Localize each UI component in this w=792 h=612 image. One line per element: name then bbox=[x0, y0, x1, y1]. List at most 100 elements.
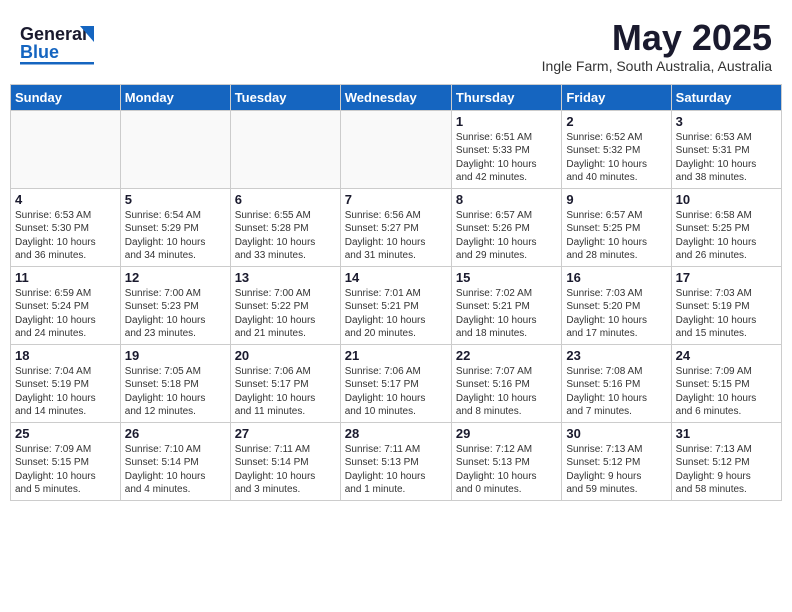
day-number: 14 bbox=[345, 270, 447, 285]
day-number: 1 bbox=[456, 114, 557, 129]
day-info: Sunrise: 6:57 AMSunset: 5:25 PMDaylight:… bbox=[566, 209, 666, 263]
week-row-3: 18 Sunrise: 7:04 AMSunset: 5:19 PMDayligh… bbox=[11, 344, 782, 422]
calendar-cell: 25 Sunrise: 7:09 AMSunset: 5:15 PMDayligh… bbox=[11, 422, 121, 500]
header-wednesday: Wednesday bbox=[340, 84, 451, 110]
header-friday: Friday bbox=[562, 84, 671, 110]
day-number: 15 bbox=[456, 270, 557, 285]
day-number: 27 bbox=[235, 426, 336, 441]
calendar-cell: 8Sunrise: 6:57 AMSunset: 5:26 PMDaylight… bbox=[451, 188, 561, 266]
header-monday: Monday bbox=[120, 84, 230, 110]
calendar-cell: 26 Sunrise: 7:10 AMSunset: 5:14 PMDayligh… bbox=[120, 422, 230, 500]
day-info: Sunrise: 7:09 AMSunset: 5:15 PMDaylight:… bbox=[676, 365, 777, 419]
calendar-cell: 31 Sunrise: 7:13 AMSunset: 5:12 PMDayligh… bbox=[671, 422, 781, 500]
calendar-cell: 5 Sunrise: 6:54 AMSunset: 5:29 PMDaylight… bbox=[120, 188, 230, 266]
calendar-cell bbox=[120, 110, 230, 188]
day-info: Sunrise: 7:11 AMSunset: 5:14 PMDaylight:… bbox=[235, 443, 336, 497]
day-number: 25 bbox=[15, 426, 116, 441]
day-info: Sunrise: 6:58 AMSunset: 5:25 PMDaylight:… bbox=[676, 209, 777, 263]
calendar-cell: 2 Sunrise: 6:52 AMSunset: 5:32 PMDaylight… bbox=[562, 110, 671, 188]
day-number: 18 bbox=[15, 348, 116, 363]
calendar-cell bbox=[230, 110, 340, 188]
calendar-cell: 22 Sunrise: 7:07 AMSunset: 5:16 PMDayligh… bbox=[451, 344, 561, 422]
calendar-cell: 30 Sunrise: 7:13 AMSunset: 5:12 PMDayligh… bbox=[562, 422, 671, 500]
day-info: Sunrise: 7:06 AMSunset: 5:17 PMDaylight:… bbox=[235, 365, 336, 419]
day-info: Sunrise: 7:04 AMSunset: 5:19 PMDaylight:… bbox=[15, 365, 116, 419]
calendar-cell: 4 Sunrise: 6:53 AMSunset: 5:30 PMDaylight… bbox=[11, 188, 121, 266]
page-header: General Blue May 2025 Ingle Farm, South … bbox=[10, 10, 782, 78]
calendar-cell: 29 Sunrise: 7:12 AMSunset: 5:13 PMDayligh… bbox=[451, 422, 561, 500]
calendar-cell: 16Sunrise: 7:03 AMSunset: 5:20 PMDayligh… bbox=[562, 266, 671, 344]
calendar-cell: 3Sunrise: 6:53 AMSunset: 5:31 PMDaylight… bbox=[671, 110, 781, 188]
day-number: 2 bbox=[566, 114, 666, 129]
day-info: Sunrise: 7:11 AMSunset: 5:13 PMDaylight:… bbox=[345, 443, 447, 497]
calendar-cell: 15 Sunrise: 7:02 AMSunset: 5:21 PMDayligh… bbox=[451, 266, 561, 344]
day-info: Sunrise: 7:05 AMSunset: 5:18 PMDaylight:… bbox=[125, 365, 226, 419]
week-row-4: 25 Sunrise: 7:09 AMSunset: 5:15 PMDayligh… bbox=[11, 422, 782, 500]
day-info: Sunrise: 7:10 AMSunset: 5:14 PMDaylight:… bbox=[125, 443, 226, 497]
calendar-cell: 12Sunrise: 7:00 AMSunset: 5:23 PMDayligh… bbox=[120, 266, 230, 344]
day-number: 29 bbox=[456, 426, 557, 441]
day-info: Sunrise: 6:52 AMSunset: 5:32 PMDaylight:… bbox=[566, 131, 666, 185]
day-info: Sunrise: 6:55 AMSunset: 5:28 PMDaylight:… bbox=[235, 209, 336, 263]
svg-text:General: General bbox=[20, 24, 87, 44]
day-info: Sunrise: 7:00 AMSunset: 5:23 PMDaylight:… bbox=[125, 287, 226, 341]
day-info: Sunrise: 7:03 AMSunset: 5:19 PMDaylight:… bbox=[676, 287, 777, 341]
calendar-cell: 20 Sunrise: 7:06 AMSunset: 5:17 PMDayligh… bbox=[230, 344, 340, 422]
day-info: Sunrise: 6:51 AMSunset: 5:33 PMDaylight:… bbox=[456, 131, 557, 185]
day-number: 5 bbox=[125, 192, 226, 207]
header-tuesday: Tuesday bbox=[230, 84, 340, 110]
calendar-cell: 13Sunrise: 7:00 AMSunset: 5:22 PMDayligh… bbox=[230, 266, 340, 344]
day-number: 30 bbox=[566, 426, 666, 441]
header-sunday: Sunday bbox=[11, 84, 121, 110]
day-info: Sunrise: 6:59 AMSunset: 5:24 PMDaylight:… bbox=[15, 287, 116, 341]
day-info: Sunrise: 7:02 AMSunset: 5:21 PMDaylight:… bbox=[456, 287, 557, 341]
day-info: Sunrise: 7:13 AMSunset: 5:12 PMDaylight:… bbox=[566, 443, 666, 497]
day-number: 6 bbox=[235, 192, 336, 207]
day-number: 9 bbox=[566, 192, 666, 207]
svg-text:Blue: Blue bbox=[20, 42, 59, 62]
week-row-0: 1 Sunrise: 6:51 AMSunset: 5:33 PMDaylight… bbox=[11, 110, 782, 188]
calendar-cell: 9 Sunrise: 6:57 AMSunset: 5:25 PMDaylight… bbox=[562, 188, 671, 266]
calendar-cell bbox=[11, 110, 121, 188]
day-info: Sunrise: 6:54 AMSunset: 5:29 PMDaylight:… bbox=[125, 209, 226, 263]
calendar-cell: 27 Sunrise: 7:11 AMSunset: 5:14 PMDayligh… bbox=[230, 422, 340, 500]
day-number: 22 bbox=[456, 348, 557, 363]
calendar-cell: 14Sunrise: 7:01 AMSunset: 5:21 PMDayligh… bbox=[340, 266, 451, 344]
calendar-cell: 10 Sunrise: 6:58 AMSunset: 5:25 PMDayligh… bbox=[671, 188, 781, 266]
calendar-cell: 6 Sunrise: 6:55 AMSunset: 5:28 PMDaylight… bbox=[230, 188, 340, 266]
day-number: 19 bbox=[125, 348, 226, 363]
calendar-cell: 24 Sunrise: 7:09 AMSunset: 5:15 PMDayligh… bbox=[671, 344, 781, 422]
logo-svg: General Blue bbox=[20, 18, 100, 70]
day-info: Sunrise: 7:09 AMSunset: 5:15 PMDaylight:… bbox=[15, 443, 116, 497]
header-saturday: Saturday bbox=[671, 84, 781, 110]
calendar-cell: 19 Sunrise: 7:05 AMSunset: 5:18 PMDayligh… bbox=[120, 344, 230, 422]
day-info: Sunrise: 6:56 AMSunset: 5:27 PMDaylight:… bbox=[345, 209, 447, 263]
calendar-cell: 11 Sunrise: 6:59 AMSunset: 5:24 PMDayligh… bbox=[11, 266, 121, 344]
day-info: Sunrise: 7:07 AMSunset: 5:16 PMDaylight:… bbox=[456, 365, 557, 419]
day-number: 26 bbox=[125, 426, 226, 441]
title-block: May 2025 Ingle Farm, South Australia, Au… bbox=[542, 18, 772, 74]
day-number: 21 bbox=[345, 348, 447, 363]
calendar-cell: 1 Sunrise: 6:51 AMSunset: 5:33 PMDaylight… bbox=[451, 110, 561, 188]
day-number: 11 bbox=[15, 270, 116, 285]
calendar-cell: 7Sunrise: 6:56 AMSunset: 5:27 PMDaylight… bbox=[340, 188, 451, 266]
day-number: 4 bbox=[15, 192, 116, 207]
day-info: Sunrise: 7:13 AMSunset: 5:12 PMDaylight:… bbox=[676, 443, 777, 497]
day-number: 31 bbox=[676, 426, 777, 441]
day-number: 23 bbox=[566, 348, 666, 363]
day-info: Sunrise: 6:53 AMSunset: 5:30 PMDaylight:… bbox=[15, 209, 116, 263]
week-row-1: 4 Sunrise: 6:53 AMSunset: 5:30 PMDaylight… bbox=[11, 188, 782, 266]
day-number: 8 bbox=[456, 192, 557, 207]
day-number: 10 bbox=[676, 192, 777, 207]
day-number: 20 bbox=[235, 348, 336, 363]
month-title: May 2025 bbox=[542, 18, 772, 58]
day-number: 24 bbox=[676, 348, 777, 363]
header-thursday: Thursday bbox=[451, 84, 561, 110]
day-number: 16 bbox=[566, 270, 666, 285]
week-row-2: 11 Sunrise: 6:59 AMSunset: 5:24 PMDayligh… bbox=[11, 266, 782, 344]
day-number: 17 bbox=[676, 270, 777, 285]
location-title: Ingle Farm, South Australia, Australia bbox=[542, 58, 772, 74]
calendar-cell bbox=[340, 110, 451, 188]
day-info: Sunrise: 7:12 AMSunset: 5:13 PMDaylight:… bbox=[456, 443, 557, 497]
calendar-cell: 23Sunrise: 7:08 AMSunset: 5:16 PMDayligh… bbox=[562, 344, 671, 422]
